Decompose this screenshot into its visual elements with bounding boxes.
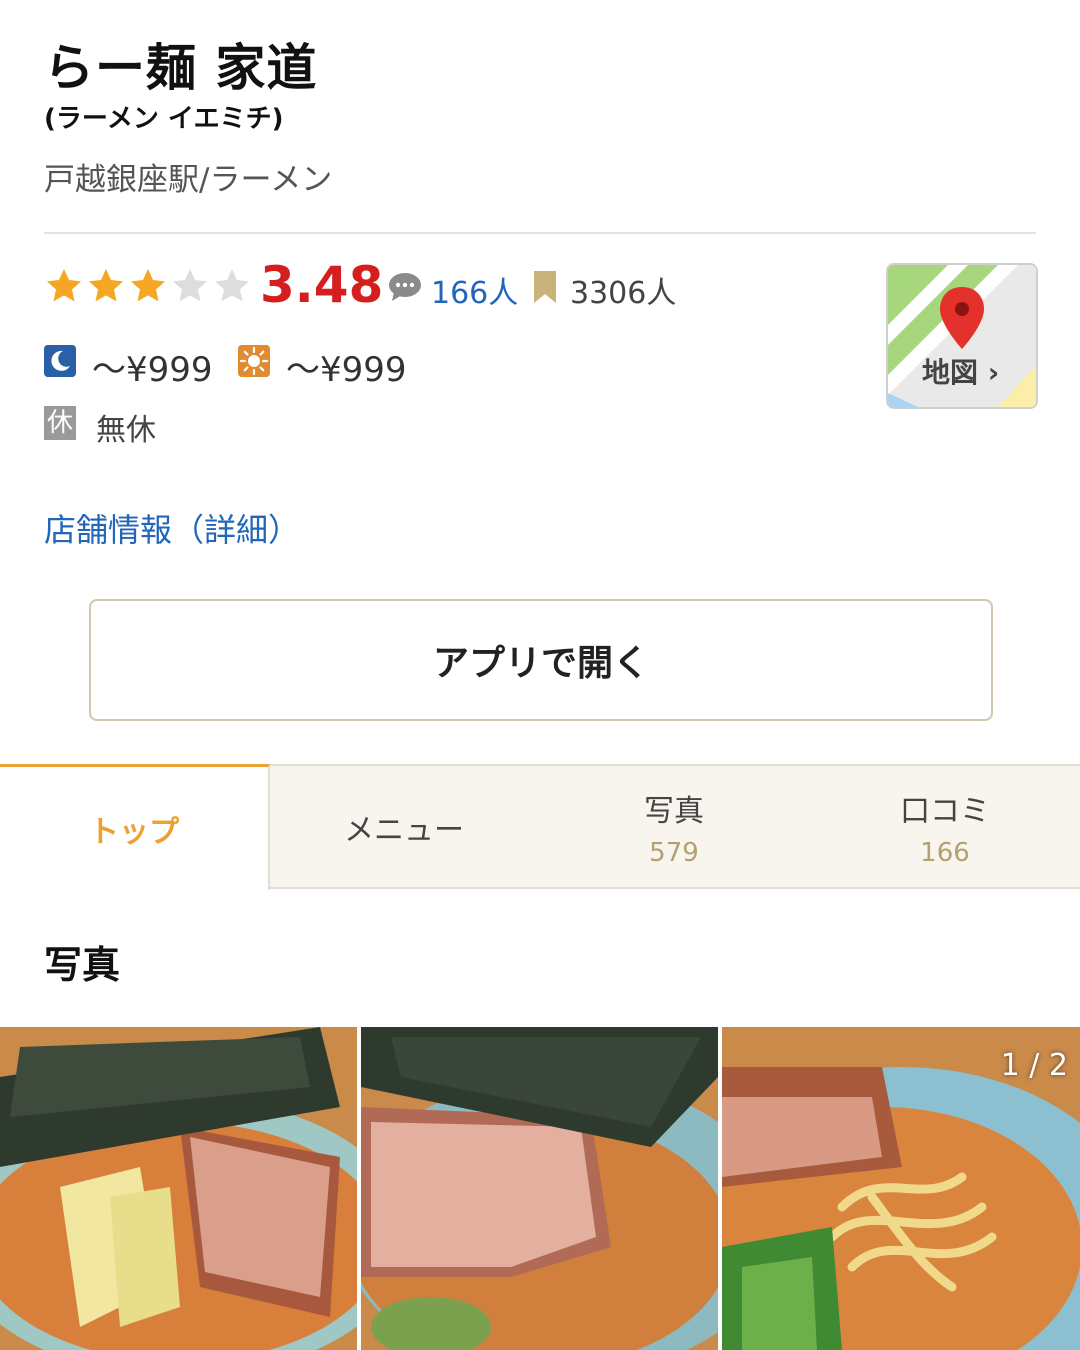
holiday-text: 無休 bbox=[96, 413, 156, 448]
tab-top[interactable]: トップ bbox=[0, 764, 270, 890]
tab-reviews[interactable]: 口コミ 166 bbox=[810, 766, 1080, 887]
tab-menu[interactable]: メニュー bbox=[270, 766, 538, 887]
star-icon bbox=[131, 269, 165, 302]
holiday-badge: 休 bbox=[44, 406, 76, 440]
food-photo[interactable] bbox=[0, 1027, 357, 1350]
tab-menu-label: メニュー bbox=[344, 812, 464, 848]
bookmark-icon bbox=[534, 271, 556, 303]
rating-score: 3.48 bbox=[260, 256, 384, 314]
comment-icon bbox=[389, 273, 421, 301]
tab-photos-label: 写真 bbox=[644, 793, 704, 829]
review-count-link[interactable]: 166人 bbox=[431, 268, 518, 312]
map-label: 地図 › bbox=[922, 356, 1000, 389]
rating-stars bbox=[44, 266, 252, 306]
tab-reviews-label: 口コミ bbox=[900, 793, 990, 829]
restaurant-name: らー麺 家道 bbox=[44, 39, 318, 97]
restaurant-kana: (ラーメン イエミチ) bbox=[44, 104, 284, 134]
star-icon bbox=[47, 269, 81, 302]
divider bbox=[44, 232, 1036, 234]
sun-icon bbox=[238, 345, 270, 377]
bookmark-count: 3306人 bbox=[570, 276, 677, 311]
star-icon bbox=[89, 269, 123, 302]
star-empty-icon bbox=[173, 269, 207, 302]
moon-icon bbox=[44, 345, 76, 377]
tab-photos-count: 579 bbox=[649, 837, 699, 868]
photo-pager: 1 / 2 bbox=[1000, 1048, 1068, 1083]
photos-heading: 写真 bbox=[44, 943, 121, 987]
tab-photos[interactable]: 写真 579 bbox=[540, 766, 808, 887]
tab-reviews-count: 166 bbox=[920, 837, 970, 868]
food-photo[interactable] bbox=[361, 1027, 718, 1350]
store-detail-link[interactable]: 店舗情報（詳細） bbox=[44, 505, 300, 551]
star-empty-icon bbox=[215, 269, 249, 302]
open-in-app-button[interactable]: アプリで開く bbox=[89, 599, 993, 721]
tab-bar: トップ メニュー 写真 579 口コミ 166 bbox=[0, 764, 1080, 890]
station-genre[interactable]: 戸越銀座駅/ラーメン bbox=[44, 154, 332, 199]
map-button[interactable]: 地図 › bbox=[886, 263, 1038, 409]
tab-top-label: トップ bbox=[89, 814, 179, 850]
lunch-price: ～¥999 bbox=[286, 350, 407, 390]
dinner-price: ～¥999 bbox=[92, 350, 213, 390]
